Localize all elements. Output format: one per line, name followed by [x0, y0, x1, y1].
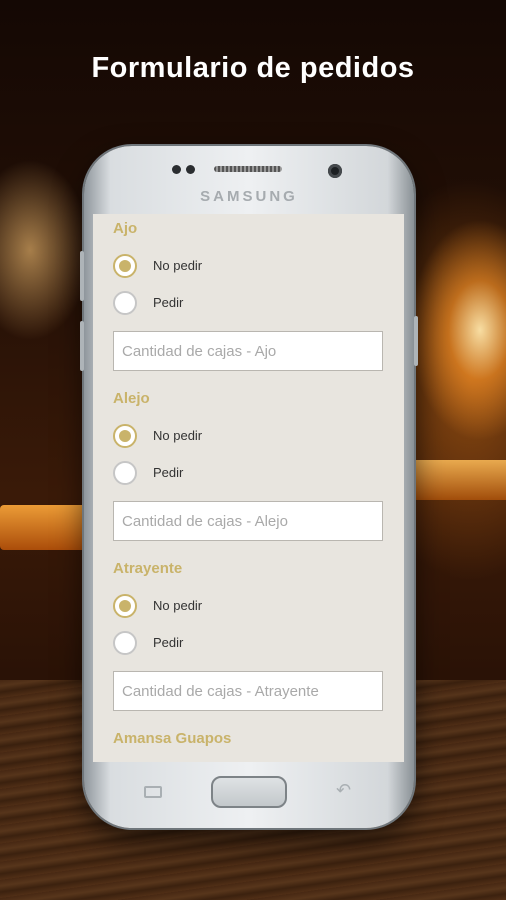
option-pedir[interactable]: Pedir — [113, 631, 373, 661]
earpiece-speaker — [214, 166, 282, 172]
proximity-sensor — [172, 165, 181, 174]
volume-button — [80, 251, 84, 301]
recent-apps-icon[interactable] — [144, 786, 162, 798]
front-camera — [328, 164, 342, 178]
section-title: Ajo — [113, 220, 138, 237]
section-title: Atrayente — [113, 560, 183, 577]
quantity-input[interactable] — [113, 331, 383, 371]
radio-label: No pedir — [153, 428, 203, 443]
radio-button[interactable] — [113, 594, 137, 618]
bixby-button — [80, 321, 84, 371]
page-title: Formulario de pedidos — [91, 52, 415, 84]
power-button — [414, 316, 418, 366]
option-no-pedir[interactable]: No pedir — [113, 254, 373, 284]
radio-button[interactable] — [113, 631, 137, 655]
section-title: Alejo — [113, 390, 150, 407]
radio-label: No pedir — [153, 258, 203, 273]
light-sensor — [186, 165, 195, 174]
hardware-nav-bar: ↶ — [84, 766, 414, 816]
brand-logo: SAMSUNG — [200, 188, 298, 205]
back-icon[interactable]: ↶ — [336, 780, 351, 801]
radio-button[interactable] — [113, 291, 137, 315]
option-no-pedir[interactable]: No pedir — [113, 424, 373, 454]
candle-glow-right — [410, 460, 506, 500]
option-pedir[interactable]: Pedir — [113, 461, 373, 491]
radio-button[interactable] — [113, 424, 137, 448]
option-no-pedir[interactable]: No pedir — [113, 594, 373, 624]
app-screen: Ajo No pedir Pedir Alejo No pedir Pedir — [93, 214, 404, 762]
radio-label: Pedir — [153, 635, 184, 650]
radio-label: No pedir — [153, 598, 203, 613]
radio-label: Pedir — [153, 295, 184, 310]
section-title: Amansa Guapos — [113, 730, 232, 747]
phone-frame: SAMSUNG Ajo No pedir Pedir Alejo No pedi… — [80, 146, 418, 828]
quantity-input[interactable] — [113, 671, 383, 711]
radio-button[interactable] — [113, 461, 137, 485]
home-button[interactable] — [211, 776, 287, 808]
radio-button[interactable] — [113, 254, 137, 278]
quantity-input[interactable] — [113, 501, 383, 541]
option-pedir[interactable]: Pedir — [113, 291, 373, 321]
radio-label: Pedir — [153, 465, 184, 480]
